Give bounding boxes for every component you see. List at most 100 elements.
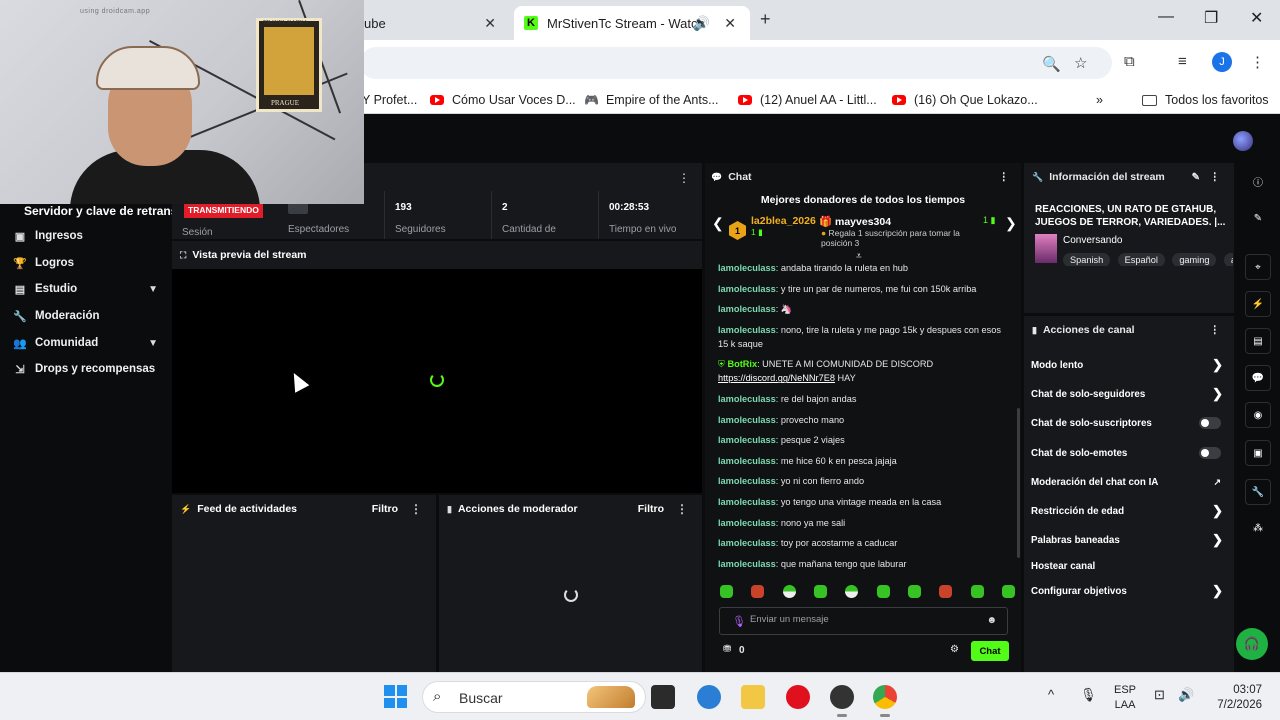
emote-icon[interactable]	[1001, 585, 1015, 598]
filter-button[interactable]: Filtro	[372, 503, 398, 515]
media-control-icon[interactable]: ≡	[1178, 53, 1187, 70]
browser-tab-active[interactable]: K MrStivenTc Stream - Watch 🔊 ✕	[514, 6, 750, 40]
edge-icon[interactable]	[697, 685, 721, 709]
filter-button[interactable]: Filtro	[638, 503, 664, 515]
scan-icon[interactable]: ⌖	[1245, 254, 1271, 280]
chat-message-input[interactable]	[750, 614, 980, 625]
chat-menu-icon[interactable]: ⋮	[999, 171, 1010, 183]
chat-username[interactable]: lamoleculass	[718, 263, 776, 273]
top-donor-2[interactable]: 🎁 mayves304 ● Regala 1 suscripción para …	[819, 215, 989, 248]
chat-scrollbar[interactable]	[1017, 408, 1020, 558]
new-tab-icon[interactable]: +	[760, 9, 771, 30]
chat-username[interactable]: lamoleculass	[718, 559, 776, 569]
menu-dots-icon[interactable]: ⋮	[1250, 53, 1265, 71]
taskbar-search[interactable]: ⌕ Buscar	[422, 681, 646, 713]
language-indicator[interactable]: ESP LAA	[1114, 683, 1136, 713]
emote-icon[interactable]	[939, 585, 953, 598]
broadcast-icon[interactable]: ◉	[1245, 402, 1271, 428]
more-bookmarks-icon[interactable]: »	[1096, 93, 1103, 107]
chat-username[interactable]: lamoleculass	[718, 304, 776, 314]
top-donor-1[interactable]: la2blea_2026 1 ▮	[751, 215, 816, 238]
bookmark-item[interactable]: (12) Anuel AA - Littl...	[738, 93, 877, 107]
microphone-icon[interactable]: 🎙	[1080, 687, 1097, 703]
panel-menu-icon[interactable]: ⋮	[676, 502, 688, 516]
all-bookmarks-folder[interactable]: Todos los favoritos	[1142, 93, 1269, 107]
action-goals[interactable]: Configurar objetivos ❯	[1031, 582, 1227, 600]
info-icon[interactable]: ⓘ	[1245, 168, 1271, 194]
sidebar-item-drops[interactable]: ⇲ Drops y recompensas	[12, 358, 162, 380]
file-explorer-icon[interactable]	[741, 685, 765, 709]
microphone-icon[interactable]: 🎙	[732, 615, 746, 628]
bookmark-item[interactable]: Y Profet...	[362, 93, 417, 107]
edit-icon[interactable]: ✎	[1192, 172, 1200, 183]
donors-next-icon[interactable]: ❯	[1005, 215, 1017, 232]
close-tab-icon[interactable]: ✕	[724, 15, 736, 32]
bookmark-item[interactable]: 🎮 Empire of the Ants...	[584, 93, 719, 107]
chat-username[interactable]: lamoleculass	[718, 538, 776, 548]
emoji-picker-icon[interactable]: ☻	[986, 615, 997, 626]
windows-start-icon[interactable]	[384, 685, 407, 708]
document-icon[interactable]: ▤	[1245, 328, 1271, 354]
emote-icon[interactable]	[876, 585, 890, 598]
chat-username[interactable]: lamoleculass	[718, 456, 776, 466]
action-banned-words[interactable]: Palabras baneadas ❯	[1031, 531, 1227, 549]
chat-username[interactable]: lamoleculass	[718, 476, 776, 486]
send-chat-button[interactable]: Chat	[971, 641, 1009, 661]
zoom-icon[interactable]: 🔍	[1042, 55, 1061, 73]
donors-prev-icon[interactable]: ❮	[712, 215, 724, 232]
action-host-channel[interactable]: Hostear canal	[1031, 557, 1227, 575]
emote-icon[interactable]	[907, 585, 921, 598]
browser-tab[interactable]: ube ✕	[364, 6, 510, 40]
edit-icon[interactable]: ✎	[1245, 205, 1271, 231]
stats-menu-icon[interactable]: ⋮	[678, 171, 690, 185]
panel-menu-icon[interactable]: ⋮	[410, 502, 422, 516]
chat-icon[interactable]: 💬	[1245, 365, 1271, 391]
extensions-icon[interactable]: ⧉	[1124, 53, 1135, 70]
subscribers-only-toggle[interactable]	[1199, 417, 1221, 429]
action-slow-mode[interactable]: Modo lento ❯	[1031, 356, 1227, 374]
chat-username[interactable]: lamoleculass	[718, 518, 776, 528]
emote-icon[interactable]	[970, 585, 984, 598]
chat-username[interactable]: lamoleculass	[718, 415, 776, 425]
emote-icon[interactable]	[845, 585, 859, 598]
task-view-icon[interactable]	[651, 685, 675, 709]
action-followers-only[interactable]: Chat de solo-seguidores ❯	[1031, 385, 1227, 403]
tray-overflow-icon[interactable]: ^	[1048, 687, 1054, 702]
bookmark-item[interactable]: Cómo Usar Voces D...	[430, 93, 576, 107]
chat-username[interactable]: lamoleculass	[718, 394, 776, 404]
sidebar-heading[interactable]: Servidor y clave de retransm	[24, 204, 188, 218]
url-field[interactable]: 🔍 ☆	[360, 47, 1112, 79]
emote-icon[interactable]	[751, 585, 765, 598]
chat-username[interactable]: lamoleculass	[718, 497, 776, 507]
restore-icon[interactable]: ❐	[1204, 8, 1218, 28]
chrome-icon[interactable]	[873, 685, 897, 717]
chat-username[interactable]: lamoleculass	[718, 325, 776, 335]
network-icon[interactable]: ⊡	[1154, 687, 1165, 703]
tag[interactable]: gaming	[1172, 253, 1217, 266]
action-ai-moderation[interactable]: Moderación del chat con IA ↗	[1031, 473, 1227, 491]
volume-icon[interactable]: 🔊	[1178, 687, 1194, 703]
user-avatar[interactable]	[1233, 131, 1253, 151]
speaker-icon[interactable]: 🔊	[693, 15, 710, 32]
sidebar-item-estudio[interactable]: ▤ Estudio ▼	[12, 278, 162, 300]
wrench-icon[interactable]: 🔧	[1245, 479, 1271, 505]
sidebar-item-logros[interactable]: 🏆 Logros	[12, 252, 162, 274]
clock[interactable]: 03:07 7/2/2026	[1206, 683, 1262, 713]
dots-cluster-icon[interactable]: ⁂	[1245, 515, 1271, 541]
emote-icon[interactable]	[813, 585, 827, 598]
help-chat-button[interactable]: 🎧	[1236, 628, 1268, 660]
sidebar-item-ingresos[interactable]: ▣ Ingresos	[12, 225, 162, 247]
chat-username[interactable]: BotRix	[727, 359, 757, 369]
minimize-icon[interactable]: —	[1158, 8, 1174, 26]
stream-preview-video[interactable]	[172, 269, 702, 493]
sidebar-item-moderacion[interactable]: 🔧 Moderación	[12, 305, 162, 327]
chat-username[interactable]: lamoleculass	[718, 284, 776, 294]
profile-avatar[interactable]: J	[1212, 52, 1232, 72]
bolt-icon[interactable]: ⚡	[1245, 291, 1271, 317]
close-tab-icon[interactable]: ✕	[484, 15, 496, 32]
points-icon[interactable]: ⛃	[723, 644, 731, 655]
bookmark-star-icon[interactable]: ☆	[1074, 54, 1087, 72]
save-icon[interactable]: ▣	[1245, 440, 1271, 466]
panel-menu-icon[interactable]: ⋮	[1210, 171, 1221, 183]
chat-username[interactable]: lamoleculass	[718, 435, 776, 445]
